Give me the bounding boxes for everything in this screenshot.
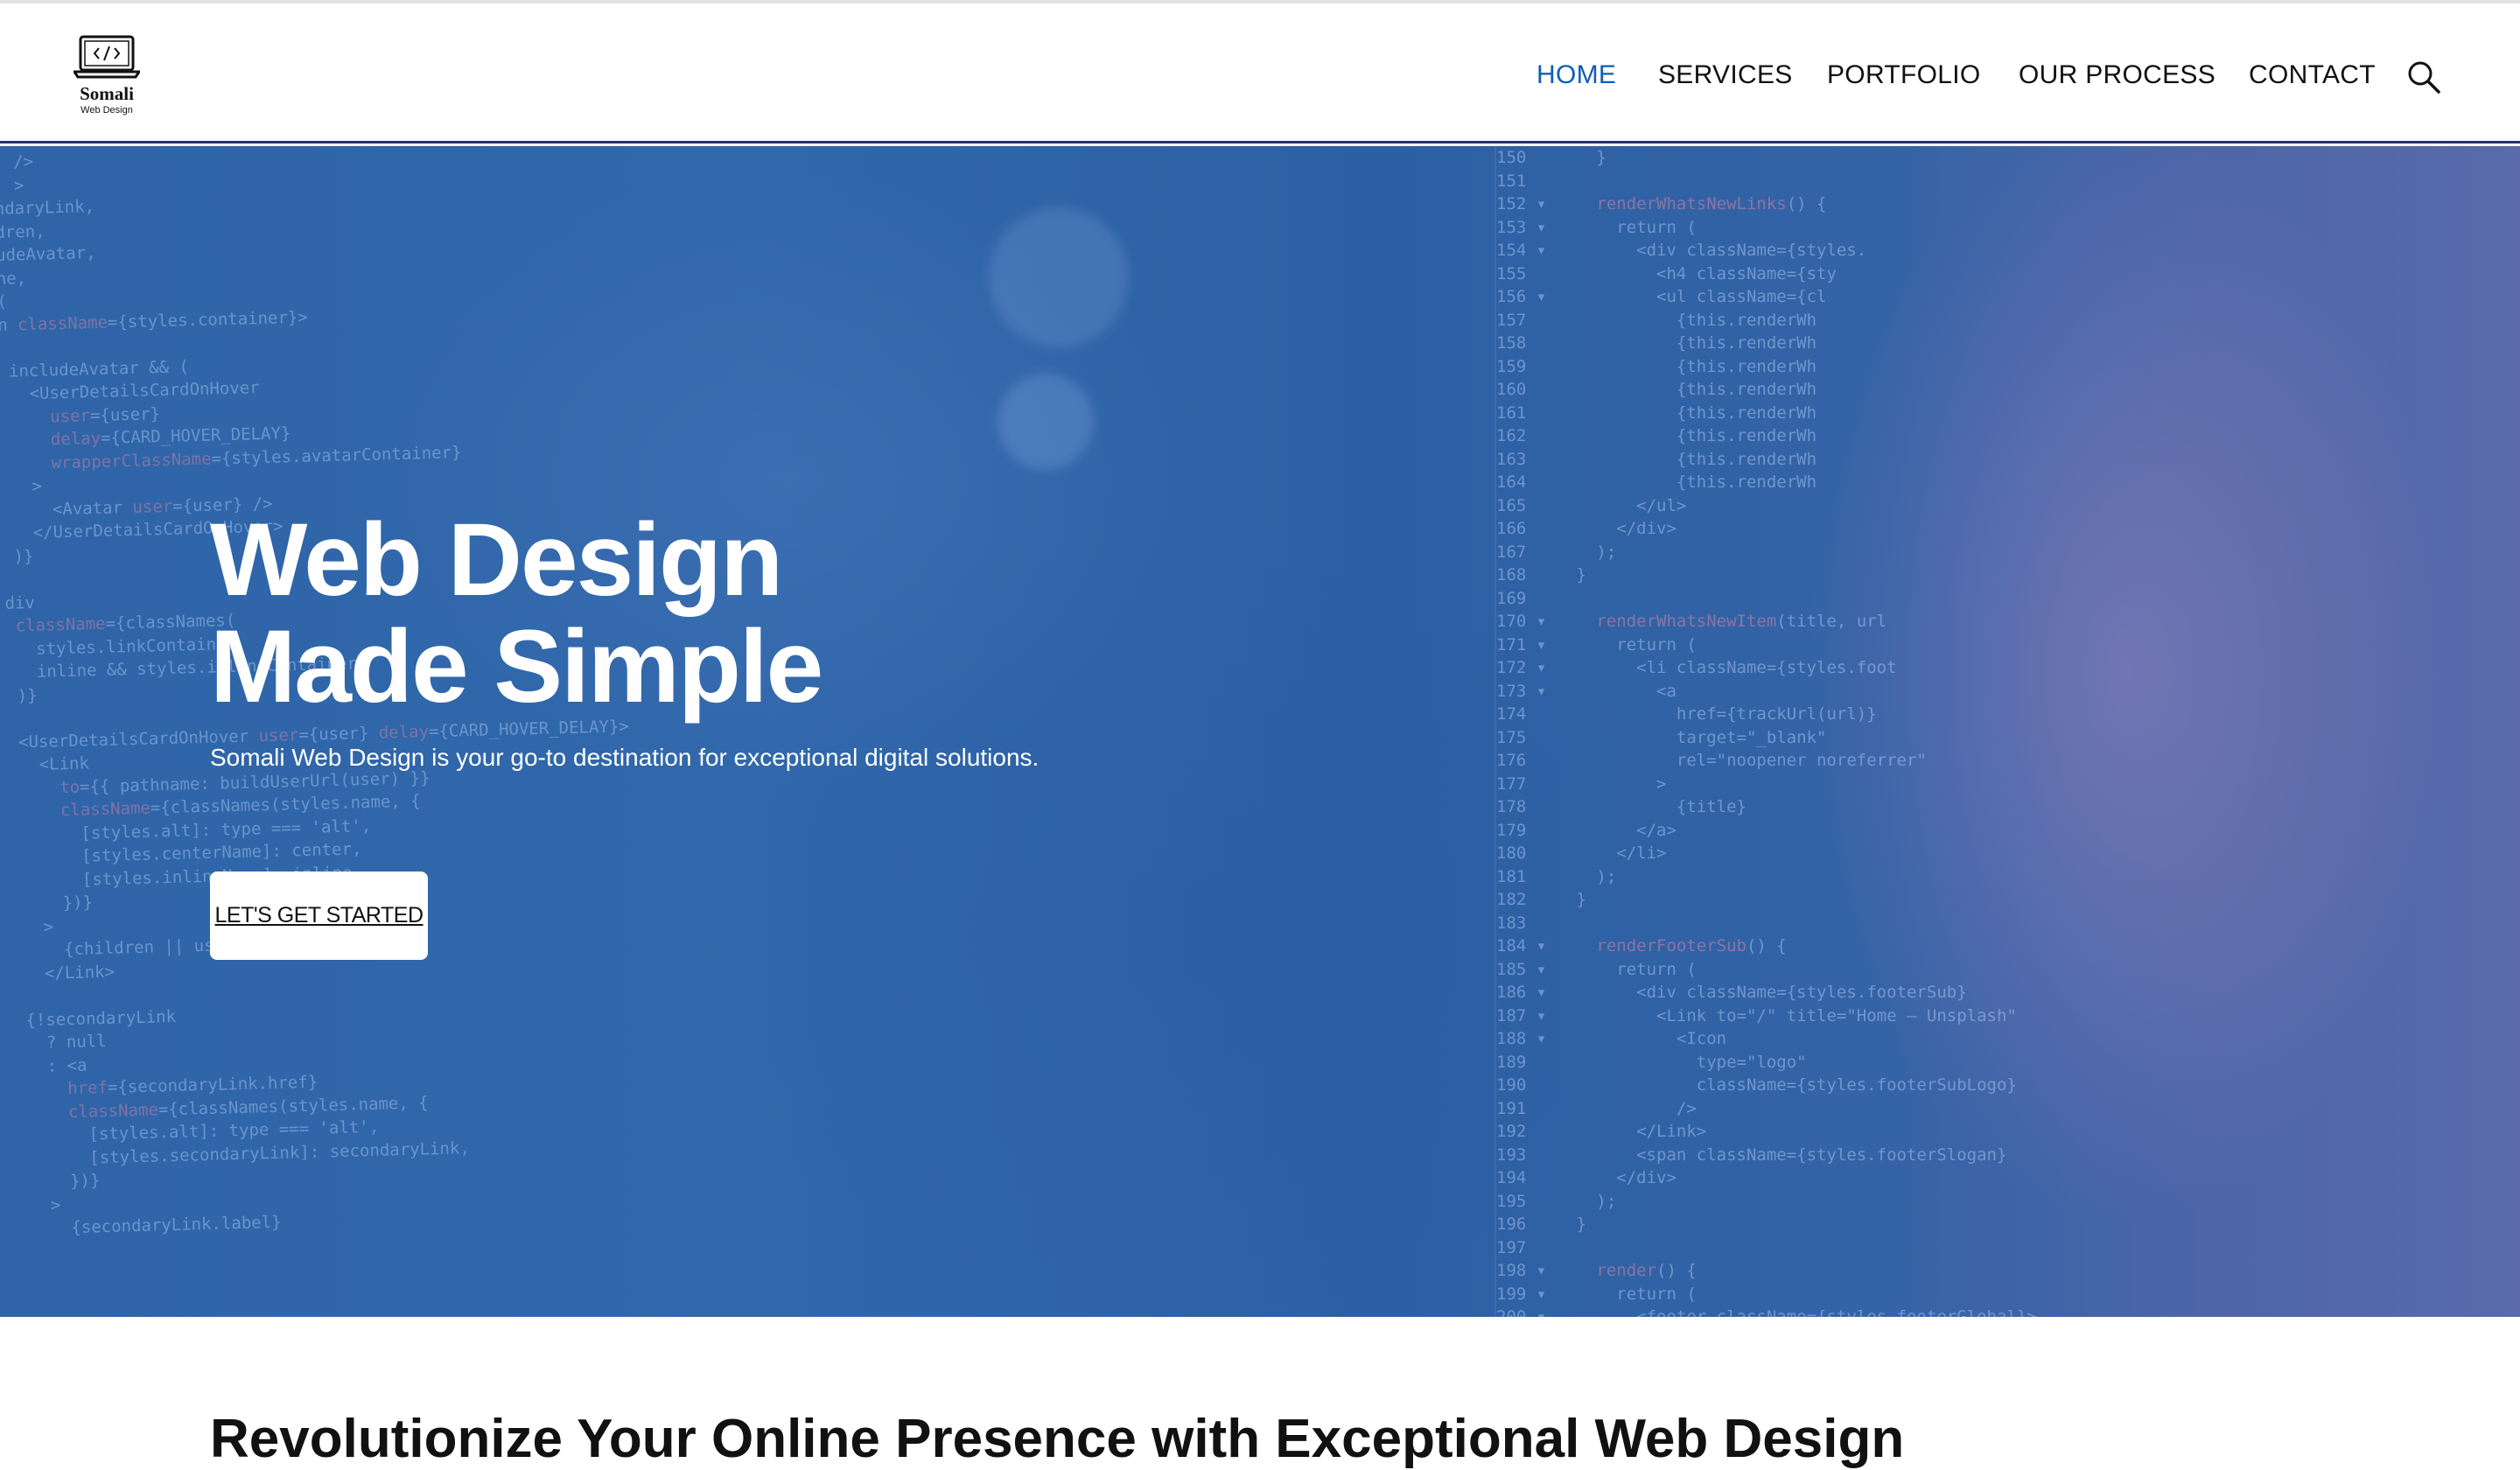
hero-title-line-2: Made Simple [210, 609, 823, 724]
bokeh-light [998, 374, 1094, 470]
nav-item-contact[interactable]: CONTACT [2249, 58, 2376, 93]
site-header: Somali Web Design HOME SERVICES PORTFOLI… [0, 4, 2520, 144]
nav-item-our-process[interactable]: OUR PROCESS [2019, 58, 2216, 93]
bokeh-light [989, 207, 1129, 347]
hero-description: Somali Web Design is your go-to destinat… [210, 744, 1040, 771]
hero-title-line-1: Web Design [210, 502, 783, 618]
main-nav: HOME SERVICES PORTFOLIO OUR PROCESS CONT… [0, 58, 2520, 93]
logo-tagline: Web Design [80, 105, 133, 116]
nav-item-services[interactable]: SERVICES [1658, 58, 1793, 93]
section-heading: Revolutionize Your Online Presence with … [210, 1409, 1905, 1469]
search-icon [2408, 61, 2440, 94]
nav-item-home[interactable]: HOME [1536, 58, 1616, 93]
nav-item-portfolio[interactable]: PORTFOLIO [1827, 58, 1981, 93]
editor-gutter-divider [1494, 146, 1496, 1317]
search-button[interactable] [2406, 60, 2441, 94]
get-started-button[interactable]: LET'S GET STARTED [210, 872, 428, 960]
hero-title: Web Design Made Simple [210, 507, 1172, 720]
background-code-right: 150 } 151 152 ▾ renderWhatsNewLinks() { … [1496, 148, 2037, 1317]
hero-section: /> > ndaryLink, dren, udeAvatar, ne, ( n… [0, 146, 2520, 1317]
